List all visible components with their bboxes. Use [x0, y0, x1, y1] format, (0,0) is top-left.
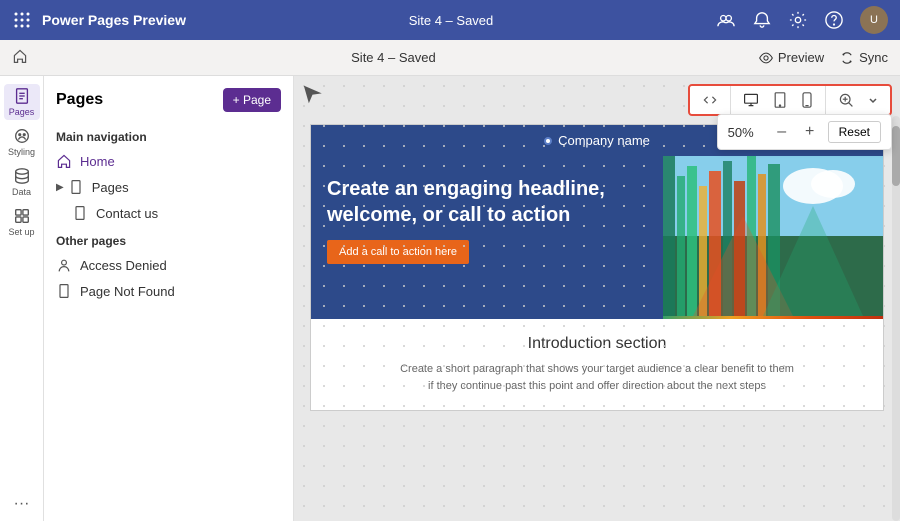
- zoom-value: 50%: [728, 125, 764, 140]
- zoom-reset-button[interactable]: Reset: [828, 121, 881, 143]
- code-view-button[interactable]: [698, 90, 722, 110]
- top-bar-right: U: [716, 6, 888, 34]
- person-page-icon: [56, 257, 72, 273]
- zoom-dropdown: 50% – + Reset: [717, 114, 892, 150]
- hero-image: [663, 156, 883, 319]
- mobile-view-button[interactable]: [797, 90, 817, 110]
- nav-styling[interactable]: Styling: [4, 124, 40, 160]
- app-title: Power Pages Preview: [42, 12, 186, 28]
- sidebar-title: Pages: [56, 91, 103, 109]
- main-nav-section-title: Main navigation: [44, 122, 293, 148]
- pages-label: Pages: [92, 180, 281, 195]
- notification-icon[interactable]: [752, 10, 772, 30]
- hero-headline: Create an engaging headline, welcome, or…: [327, 176, 647, 228]
- top-bar-left: Power Pages Preview: [12, 10, 186, 30]
- preview-scrollbar[interactable]: [892, 116, 900, 521]
- page-not-found-icon: [56, 283, 72, 299]
- sidebar-item-pages[interactable]: ▶ Pages: [44, 174, 293, 200]
- nav-setup[interactable]: Set up: [4, 204, 40, 240]
- company-dot-icon: [544, 137, 552, 145]
- zoom-button[interactable]: [834, 90, 858, 110]
- user-avatar[interactable]: U: [860, 6, 888, 34]
- company-name: Company name: [558, 133, 650, 148]
- sidebar-item-contact[interactable]: Contact us: [44, 200, 293, 226]
- nav-data[interactable]: Data: [4, 164, 40, 200]
- toolbar-chevron-button[interactable]: [864, 93, 882, 107]
- home-icon: [56, 153, 72, 169]
- home-icon-bar[interactable]: [12, 48, 28, 67]
- community-icon[interactable]: [716, 10, 736, 30]
- contact-page-icon: [72, 205, 88, 221]
- intro-section: Introduction section Create a short para…: [311, 319, 883, 410]
- desktop-view-button[interactable]: [739, 90, 763, 110]
- preview-button[interactable]: Preview: [759, 50, 824, 65]
- home-label: Home: [80, 154, 268, 169]
- zoom-toolbar-section: [826, 86, 890, 114]
- main-layout: Pages Styling Data: [0, 76, 900, 521]
- preview-area: 50% – + Reset Company name Create an eng…: [294, 76, 900, 521]
- nav-styling-label: Styling: [8, 147, 35, 157]
- preview-toolbar: [688, 84, 892, 116]
- contact-label: Contact us: [96, 206, 281, 221]
- sidebar-item-home[interactable]: Home ···: [44, 148, 293, 174]
- help-icon[interactable]: [824, 10, 844, 30]
- add-page-button[interactable]: + Page: [223, 88, 281, 112]
- sidebar-header: Pages + Page: [44, 88, 293, 122]
- site-status-center: Site 4 – Saved: [351, 50, 436, 65]
- zoom-out-button[interactable]: –: [772, 122, 792, 142]
- scroll-thumb: [892, 126, 900, 186]
- pages-icon: [68, 179, 84, 195]
- second-bar: Site 4 – Saved Preview Sync: [0, 40, 900, 76]
- zoom-in-button[interactable]: +: [800, 122, 820, 142]
- nav-setup-label: Set up: [8, 227, 34, 237]
- hero-text: Create an engaging headline, welcome, or…: [311, 156, 663, 319]
- code-toolbar-section: [690, 86, 731, 114]
- settings-icon[interactable]: [788, 10, 808, 30]
- app-grid-icon[interactable]: [12, 10, 32, 30]
- hero-section: Create an engaging headline, welcome, or…: [311, 156, 883, 319]
- nav-pages-label: Pages: [9, 107, 35, 117]
- nav-more-icon[interactable]: ···: [14, 495, 30, 513]
- access-denied-label: Access Denied: [80, 258, 281, 273]
- canvas: Company name Create an engaging headline…: [310, 124, 884, 411]
- sidebar-item-page-not-found[interactable]: Page Not Found: [44, 278, 293, 304]
- device-toolbar-section: [731, 86, 826, 114]
- sidebar-item-access-denied[interactable]: Access Denied: [44, 252, 293, 278]
- expand-icon: ▶: [56, 182, 64, 193]
- hero-cta-button[interactable]: Add a call to action here: [327, 240, 469, 264]
- icon-nav: Pages Styling Data: [0, 76, 44, 521]
- top-bar: Power Pages Preview Site 4 – Saved: [0, 0, 900, 40]
- sync-button[interactable]: Sync: [840, 50, 888, 65]
- page-not-found-label: Page Not Found: [80, 284, 281, 299]
- tablet-view-button[interactable]: [769, 90, 791, 110]
- site-status: Site 4 – Saved: [409, 13, 494, 28]
- sidebar: Pages + Page Main navigation Home ··· ▶ …: [44, 76, 294, 521]
- top-bar-center: Site 4 – Saved: [409, 13, 494, 28]
- nav-data-label: Data: [12, 187, 31, 197]
- second-bar-right: Preview Sync: [759, 50, 888, 65]
- intro-text: Create a short paragraph that shows your…: [397, 361, 797, 394]
- cursor-icon: [302, 84, 322, 109]
- other-pages-title: Other pages: [44, 226, 293, 252]
- intro-title: Introduction section: [327, 335, 867, 353]
- nav-pages[interactable]: Pages: [4, 84, 40, 120]
